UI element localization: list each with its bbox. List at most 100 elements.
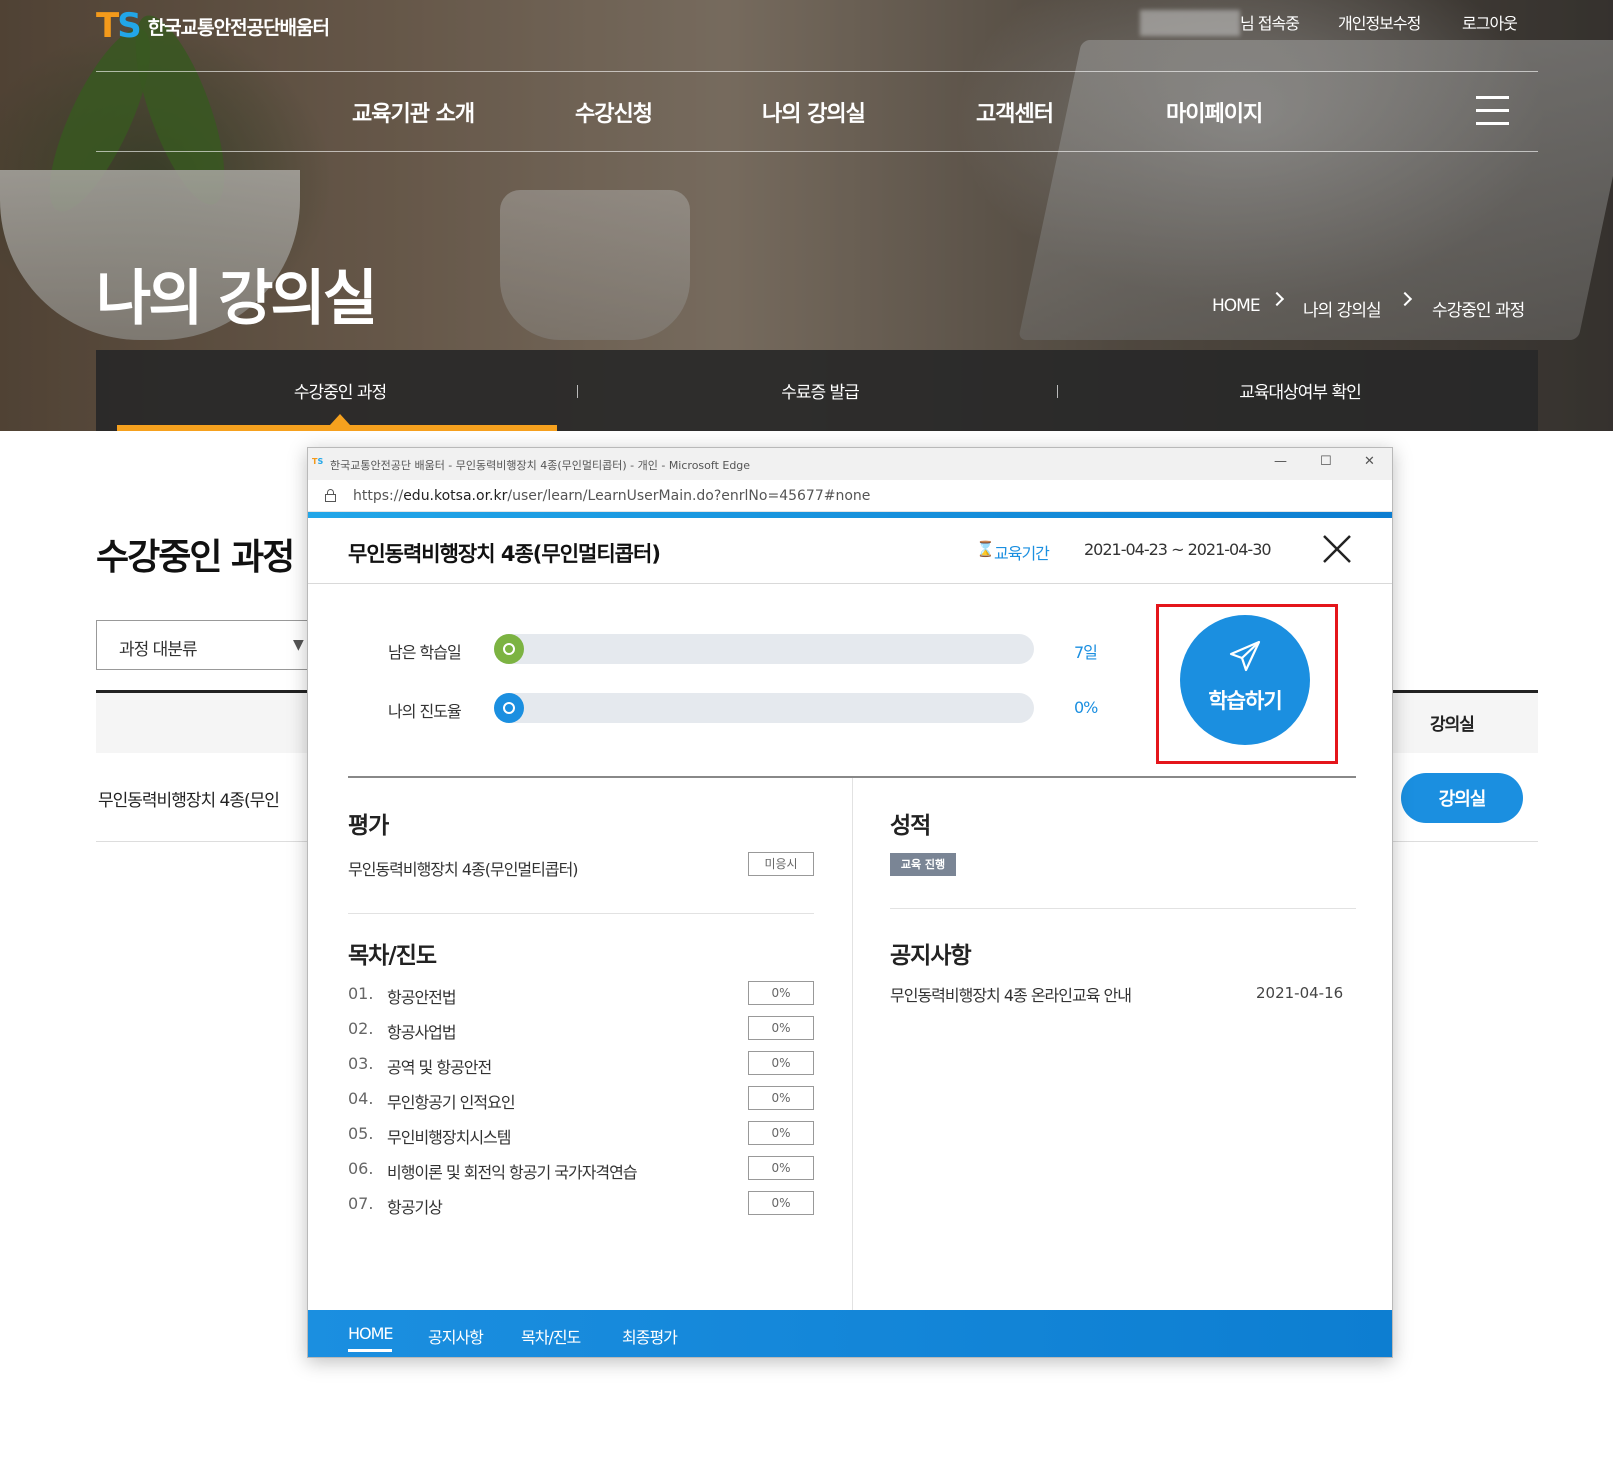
notice-item-date: 2021-04-16: [1256, 984, 1344, 1002]
toc-item-number: 05.: [348, 1124, 374, 1143]
toc-item-progress: 0%: [748, 1051, 814, 1075]
popup-header-divider: [308, 583, 1392, 584]
footer-tab-home[interactable]: HOME: [348, 1324, 394, 1343]
subnav-divider: [1057, 385, 1058, 398]
site-favicon-icon: TS: [312, 457, 324, 466]
subnav-divider: [577, 385, 578, 398]
toc-item-number: 06.: [348, 1159, 374, 1178]
hourglass-icon: ⌛: [976, 540, 995, 558]
my-progress-track: [494, 693, 1034, 723]
nav-top-divider: [96, 71, 1538, 72]
section-title: 수강중인 과정: [96, 537, 295, 578]
grade-title: 성적: [890, 813, 931, 839]
category-select[interactable]: 과정 대분류 ▼: [96, 620, 316, 670]
remaining-days-label: 남은 학습일: [388, 643, 462, 662]
toc-item-progress: 0%: [748, 1016, 814, 1040]
subnav-enrolled-courses[interactable]: 수강중인 과정: [240, 378, 440, 403]
notice-title: 공지사항: [890, 943, 972, 969]
minimize-icon[interactable]: —: [1274, 454, 1287, 469]
site-logo[interactable]: TS 한국교통안전공단배움터: [96, 6, 330, 46]
toc-item-title[interactable]: 항공기상: [387, 1194, 443, 1218]
window-close-icon[interactable]: ✕: [1364, 454, 1375, 469]
toc-item-progress: 0%: [748, 1156, 814, 1180]
evaluation-item-name: 무인동력비행장치 4종(무인멀티콥터): [348, 860, 579, 879]
ts-logo-mark: TS: [96, 6, 142, 46]
table-row-course-name: 무인동력비행장치 4종(무인: [98, 791, 280, 811]
column-divider: [852, 778, 853, 1313]
period-label: 교육기간: [994, 544, 1050, 563]
popup-footer-tabs: HOME 공지사항 목차/진도 최종평가: [308, 1310, 1392, 1357]
notice-item-title[interactable]: 무인동력비행장치 4종 온라인교육 안내: [890, 982, 1132, 1006]
grade-divider: [890, 908, 1356, 909]
url-text[interactable]: https://edu.kotsa.or.kr/user/learn/Learn…: [353, 488, 870, 504]
toc-item-number: 02.: [348, 1019, 374, 1038]
evaluation-divider: [348, 913, 814, 914]
toc-item-progress: 0%: [748, 1191, 814, 1215]
nav-bottom-divider: [96, 151, 1538, 152]
footer-tab-active-indicator: [348, 1349, 392, 1352]
toc-item-number: 07.: [348, 1194, 374, 1213]
paper-plane-icon: [1229, 640, 1261, 672]
breadcrumb-my-classroom[interactable]: 나의 강의실: [1303, 296, 1382, 321]
grade-status-badge: 교육 진행: [890, 853, 956, 876]
site-name: 한국교통안전공단배움터: [147, 16, 330, 39]
subnav-eligibility-check[interactable]: 교육대상여부 확인: [1190, 378, 1410, 403]
period-value: 2021-04-23 ~ 2021-04-30: [1084, 540, 1272, 559]
address-bar[interactable]: https://edu.kotsa.or.kr/user/learn/Learn…: [308, 480, 1392, 512]
popup-close-icon[interactable]: [1320, 532, 1354, 566]
edit-profile-link[interactable]: 개인정보수정: [1338, 10, 1421, 34]
my-progress-label: 나의 진도율: [388, 702, 462, 721]
subnav-certificate[interactable]: 수료증 발급: [720, 378, 920, 403]
category-select-value: 과정 대분류: [119, 640, 198, 660]
gnb-about[interactable]: 교육기관 소개: [352, 96, 475, 128]
toc-item-title[interactable]: 무인비행장치시스템: [387, 1124, 511, 1148]
breadcrumb-home[interactable]: HOME: [1212, 296, 1261, 316]
toc-item-number: 03.: [348, 1054, 374, 1073]
gnb-enroll[interactable]: 수강신청: [575, 96, 653, 128]
logout-link[interactable]: 로그아웃: [1462, 10, 1518, 34]
evaluation-status-badge: 미응시: [748, 852, 814, 876]
remaining-days-track: [494, 634, 1034, 664]
toc-item-progress: 0%: [748, 981, 814, 1005]
toc-item-title[interactable]: 공역 및 항공안전: [387, 1054, 492, 1078]
dropdown-arrow-icon: ▼: [293, 637, 304, 653]
enter-classroom-button[interactable]: 강의실: [1401, 773, 1523, 823]
breadcrumb-current: 수강중인 과정: [1432, 301, 1525, 321]
user-name-redacted: [1140, 10, 1240, 36]
my-progress-value: 0%: [1074, 698, 1098, 717]
toc-item-number: 04.: [348, 1089, 374, 1108]
gnb-my-page[interactable]: 마이페이지: [1166, 96, 1263, 128]
page-title: 나의 강의실: [96, 264, 378, 334]
gnb-customer-center[interactable]: 고객센터: [976, 96, 1054, 128]
toc-item-title[interactable]: 항공안전법: [387, 984, 457, 1008]
toc-item-number: 01.: [348, 984, 374, 1003]
maximize-icon[interactable]: ☐: [1320, 454, 1332, 469]
evaluation-title: 평가: [348, 813, 389, 839]
window-titlebar[interactable]: TS 한국교통안전공단 배움터 - 무인동력비행장치 4종(무인멀티콥터) - …: [308, 448, 1392, 480]
window-title: 한국교통안전공단 배움터 - 무인동력비행장치 4종(무인멀티콥터) - 개인 …: [330, 459, 751, 472]
footer-tab-final-exam[interactable]: 최종평가: [622, 1324, 678, 1348]
learning-popup-window: TS 한국교통안전공단 배움터 - 무인동력비행장치 4종(무인멀티콥터) - …: [307, 447, 1393, 1358]
login-status: 님 접속중: [1240, 14, 1300, 33]
toc-item-title[interactable]: 비행이론 및 회전익 항공기 국가자격연습: [387, 1159, 638, 1183]
popup-accent-stripe: [308, 512, 1392, 518]
footer-tab-toc[interactable]: 목차/진도: [521, 1324, 581, 1348]
start-learning-label: 학습하기: [1208, 690, 1282, 713]
subnav-active-indicator: [330, 414, 350, 425]
start-learning-button[interactable]: 학습하기: [1180, 615, 1310, 745]
gnb-my-classroom[interactable]: 나의 강의실: [762, 96, 866, 128]
lock-icon: [325, 489, 336, 502]
toc-item-progress: 0%: [748, 1086, 814, 1110]
remaining-days-marker: [494, 634, 524, 664]
footer-tab-notice[interactable]: 공지사항: [428, 1324, 484, 1348]
hamburger-menu-icon[interactable]: [1476, 96, 1509, 126]
toc-item-progress: 0%: [748, 1121, 814, 1145]
my-progress-marker: [494, 693, 524, 723]
subnav-active-bar: [117, 425, 557, 431]
remaining-days-value: 7일: [1074, 643, 1098, 662]
course-title: 무인동력비행장치 4종(무인멀티콥터): [348, 542, 661, 566]
toc-item-title[interactable]: 항공사업법: [387, 1019, 457, 1043]
toc-item-title[interactable]: 무인항공기 인적요인: [387, 1089, 516, 1113]
toc-title: 목차/진도: [348, 943, 437, 969]
table-header-classroom: 강의실: [1430, 715, 1475, 735]
